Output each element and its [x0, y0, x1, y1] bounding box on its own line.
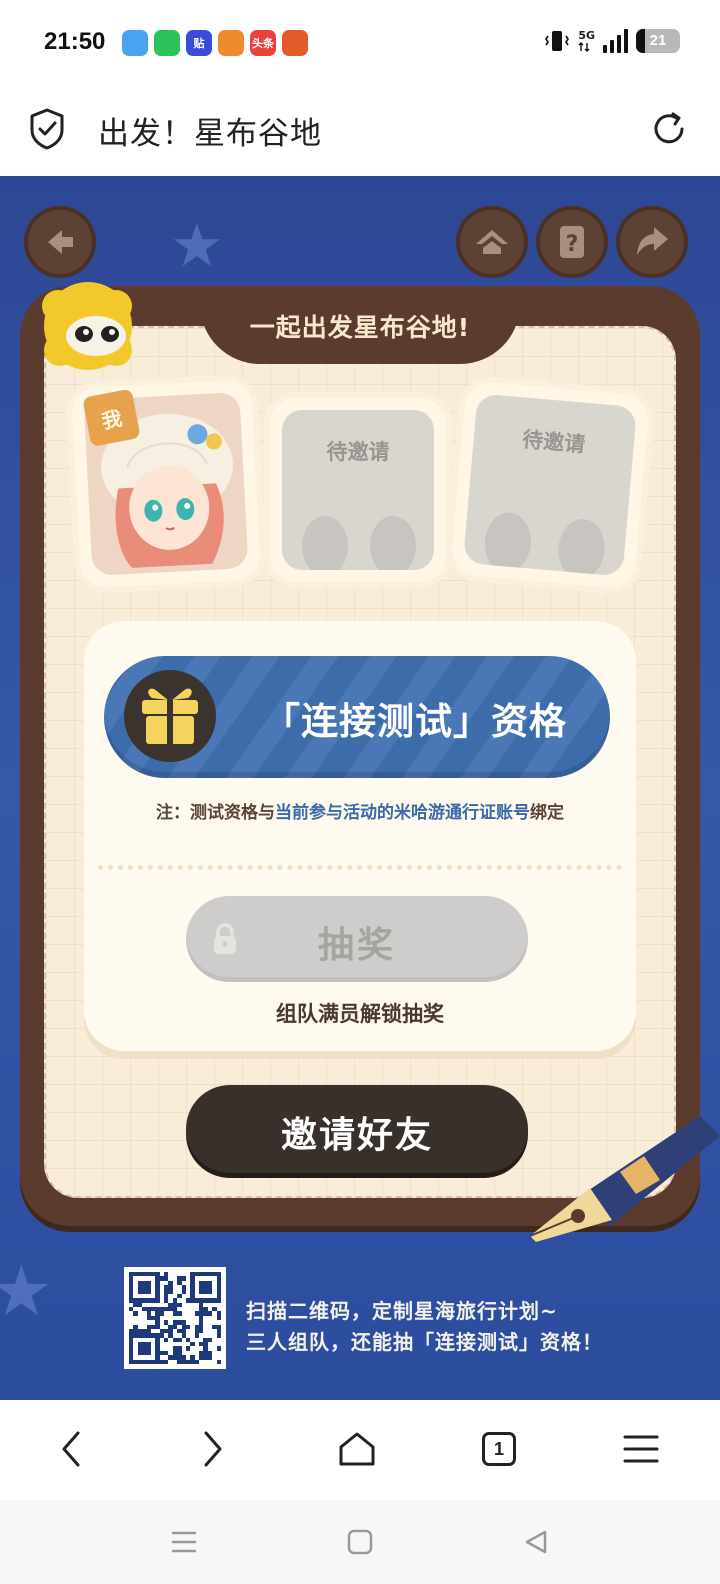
- menu-icon: [623, 1435, 659, 1463]
- draw-label: 抽奖: [317, 925, 396, 966]
- placeholder-eye: [302, 516, 348, 570]
- me-badge: 我: [82, 388, 141, 448]
- browser-forward-button[interactable]: [178, 1414, 248, 1484]
- gift-icon: [142, 688, 198, 744]
- question-icon: ?: [560, 226, 584, 258]
- tieba-app-icon: 贴: [186, 30, 212, 56]
- svg-text:?: ?: [566, 232, 579, 257]
- qualification-note: 注：测试资格与当前参与活动的米哈游通行证账号绑定: [84, 798, 636, 823]
- panel-divider: [98, 865, 622, 870]
- status-time: 21:50: [44, 28, 106, 55]
- status-bar: 21:50 贴 头条 5G 21: [0, 0, 720, 86]
- pending-slot-1[interactable]: 待邀请: [270, 398, 446, 582]
- browser-tabs-button[interactable]: 1: [464, 1414, 534, 1484]
- qr-module: [216, 1359, 221, 1364]
- pending-label: 待邀请: [326, 440, 390, 464]
- notification-icons: 贴 头条: [122, 30, 308, 56]
- share-arrow-icon: [637, 227, 668, 255]
- status-indicators: 5G 21: [544, 28, 680, 54]
- network-indicator: 5G: [578, 30, 595, 53]
- browser-title-bar: 出发！星布谷地: [0, 86, 720, 176]
- note-highlight: 当前参与活动的米哈游通行证账号: [275, 803, 530, 823]
- battery-icon: 21: [636, 29, 680, 53]
- system-back-button[interactable]: [514, 1520, 558, 1564]
- video-app-icon: [218, 30, 244, 56]
- placeholder-eye: [482, 510, 534, 575]
- banner-title: 一起出发星布谷地!: [249, 313, 471, 342]
- signal-icon: [603, 29, 628, 53]
- browser-home-button[interactable]: [322, 1414, 392, 1484]
- background-star: ★: [170, 211, 224, 281]
- chevron-left-icon: [62, 1431, 80, 1467]
- qr-code-pattern: [129, 1272, 221, 1364]
- player-card-me: 我: [70, 379, 262, 589]
- browser-menu-button[interactable]: [606, 1414, 676, 1484]
- arrow-left-icon: [48, 230, 73, 254]
- chevron-right-icon: [204, 1431, 222, 1467]
- reload-icon[interactable]: [648, 108, 690, 150]
- home-button[interactable]: [456, 206, 528, 278]
- promo-line-2: 三人组队，还能抽「连接测试」资格！: [246, 1330, 603, 1354]
- wechat-app-icon: [154, 30, 180, 56]
- browser-bottom-bar: 1: [0, 1400, 720, 1500]
- page-title: 出发！星布谷地: [98, 116, 322, 152]
- pending-slot-placeholder: 待邀请: [282, 410, 434, 570]
- recent-apps-icon: [171, 1531, 197, 1553]
- system-menu-button[interactable]: [162, 1520, 206, 1564]
- home-outline-icon: [339, 1432, 375, 1466]
- shield-check-icon[interactable]: [28, 108, 66, 150]
- placeholder-eye: [370, 516, 416, 570]
- home-icon: [476, 230, 508, 254]
- weather-app-icon: [122, 30, 148, 56]
- toutiao-app-icon: 头条: [250, 30, 276, 56]
- qualification-label: 「连接测试」资格: [263, 700, 567, 743]
- pending-label: 待邀请: [521, 427, 587, 457]
- unlock-note: 组队满员解锁抽奖: [276, 1002, 444, 1026]
- data-arrows-icon: [578, 41, 590, 52]
- note-prefix: 注：测试资格与: [156, 803, 275, 823]
- background-star: ★: [0, 1250, 53, 1332]
- promo-line-1: 扫描二维码，定制星海旅行计划~: [246, 1299, 558, 1323]
- battery-percent: 21: [649, 32, 667, 49]
- network-type: 5G: [578, 28, 595, 42]
- pending-slot-placeholder: 待邀请: [462, 393, 638, 577]
- placeholder-eye: [556, 517, 608, 577]
- square-home-icon: [347, 1529, 373, 1555]
- back-button[interactable]: [24, 206, 96, 278]
- triangle-back-icon: [525, 1530, 547, 1554]
- tab-count: 1: [482, 1432, 516, 1466]
- pending-slot-2[interactable]: 待邀请: [449, 380, 651, 590]
- game-canvas: ★ ★ ★ ? 一起出发星布谷地!: [0, 176, 720, 1400]
- qr-code: [124, 1267, 226, 1369]
- invite-friends-label: 邀请好友: [280, 1115, 433, 1156]
- help-button[interactable]: ?: [536, 206, 608, 278]
- game-app-icon: [282, 30, 308, 56]
- vibrate-icon: [545, 31, 570, 51]
- system-home-button[interactable]: [338, 1520, 382, 1564]
- browser-back-button[interactable]: [36, 1414, 106, 1484]
- system-navigation-bar: [0, 1500, 720, 1584]
- lion-mascot-icon: [42, 282, 132, 370]
- note-suffix: 绑定: [530, 803, 564, 823]
- fountain-pen-icon: [529, 1116, 720, 1242]
- share-button[interactable]: [616, 206, 688, 278]
